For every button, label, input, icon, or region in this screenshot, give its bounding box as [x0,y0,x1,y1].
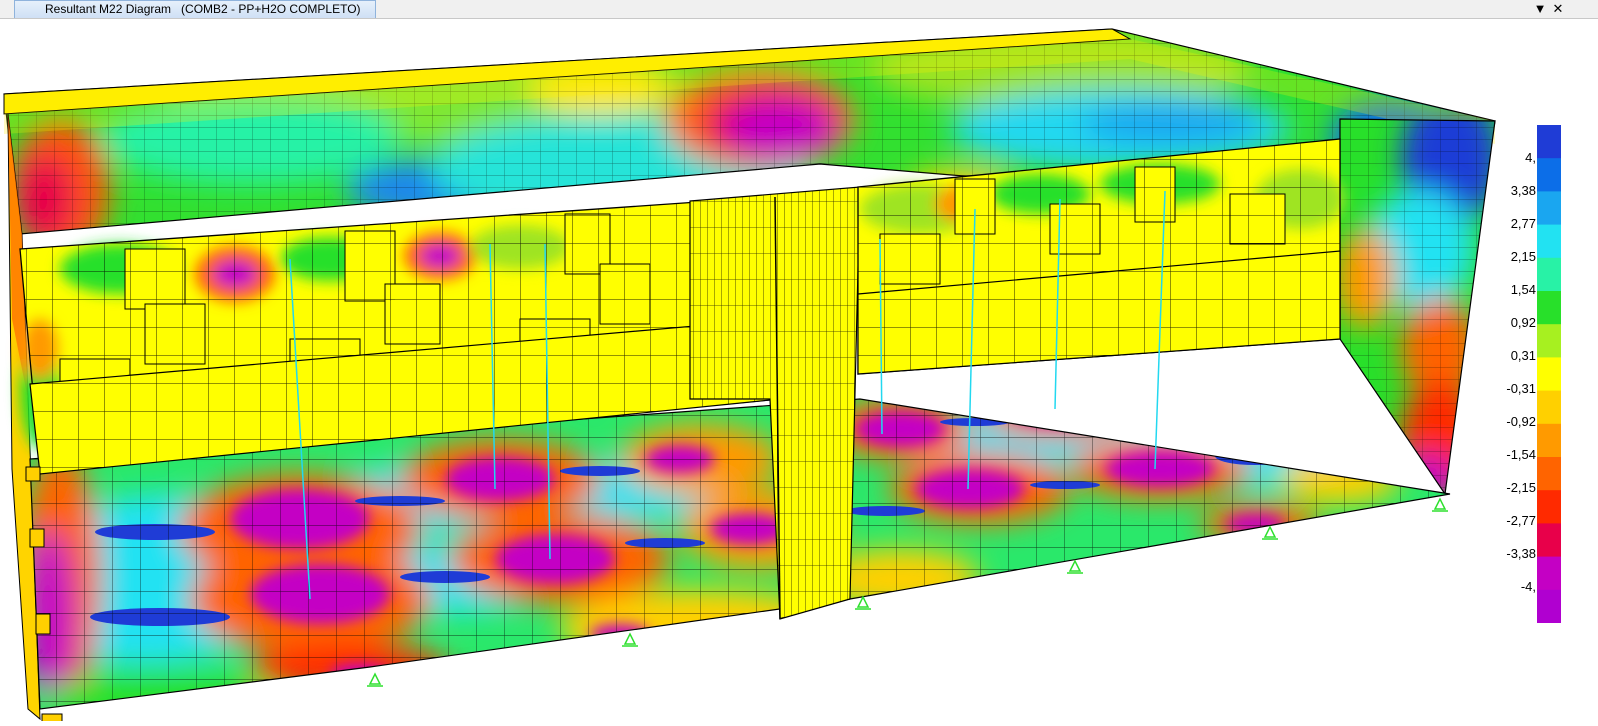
legend-swatch [1537,125,1561,159]
legend-swatch [1537,224,1561,259]
diagram-tab[interactable]: Resultant M22 Diagram (COMB2 - PP+H2O CO… [14,0,376,18]
right-longitudinal-wall [857,138,1345,375]
legend-label: 2,15 [1510,249,1536,264]
legend-label: -3,38 [1506,546,1536,561]
legend-swatch [1537,457,1561,491]
close-icon[interactable]: ✕ [1549,0,1567,18]
legend-swatch [1537,556,1561,591]
legend-swatch [1537,191,1561,226]
legend-swatch [1537,490,1561,524]
contour-model [3,28,1496,725]
title-bar: Resultant M22 Diagram (COMB2 - PP+H2O CO… [0,0,1598,19]
model-viewport[interactable] [0,19,1598,725]
legend-label: 1,54 [1510,282,1536,297]
legend-color-bar [1537,125,1561,623]
legend-label: 0,31 [1510,348,1536,363]
legend-swatch [1537,390,1561,425]
legend-label: 4, [1525,150,1536,165]
legend-label: -0,92 [1506,414,1536,429]
legend-label: -1,54 [1506,447,1536,462]
legend-swatch [1537,589,1561,623]
legend-swatch [1537,357,1561,392]
legend-swatch [1537,324,1561,358]
legend-label: 3,38 [1510,183,1536,198]
dropdown-icon[interactable]: ▼ [1531,0,1549,18]
legend-swatch [1537,257,1561,292]
legend-label: -4, [1520,579,1536,594]
legend-swatch [1537,523,1561,558]
legend-label: -2,77 [1506,513,1536,528]
legend-label: -0,31 [1506,381,1536,396]
right-end-wall [1340,119,1495,494]
legend-swatch [1537,423,1561,458]
legend-swatch [1537,158,1561,192]
legend-label: -2,15 [1506,480,1536,495]
legend-swatch [1537,291,1561,325]
legend-label: 2,77 [1510,216,1536,231]
legend-label: 0,92 [1510,315,1536,330]
